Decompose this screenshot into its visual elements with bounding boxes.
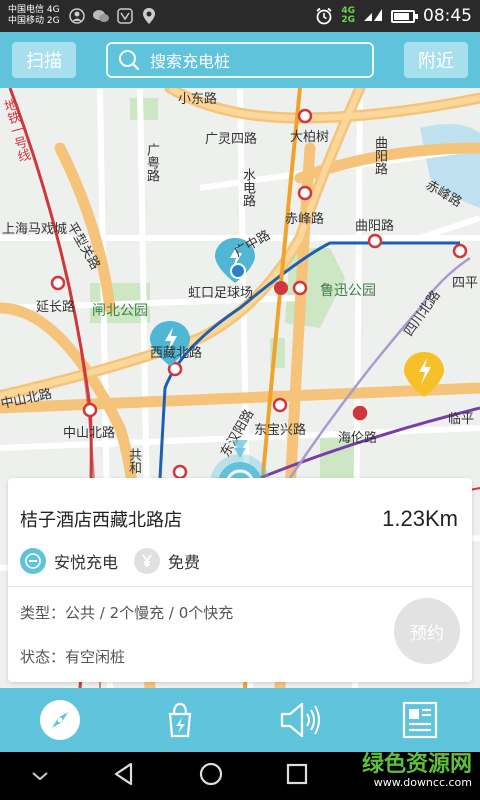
charging-bag-icon	[168, 702, 192, 738]
search-icon	[118, 49, 140, 71]
compass-icon	[40, 700, 80, 740]
clock: 08:45	[423, 6, 472, 26]
back-icon[interactable]	[111, 761, 137, 791]
battery-icon	[391, 9, 418, 23]
status-bar: 中国电信 4G 中国移动 2G 4G 2G 08:45	[0, 0, 480, 32]
bottom-tab-bar	[0, 688, 480, 752]
map-label: 赤峰路	[285, 212, 325, 227]
recents-icon[interactable]	[285, 762, 309, 790]
carrier-info: 中国电信 4G 中国移动 2G	[8, 5, 60, 27]
map-label: 西藏北路	[150, 346, 203, 361]
speaker-icon	[280, 702, 320, 738]
tab-news[interactable]	[360, 688, 480, 752]
tab-charging[interactable]	[120, 688, 240, 752]
station-distance: 1.23Km	[382, 506, 458, 531]
signal-icon	[363, 6, 383, 27]
map-label: 上海马戏城	[2, 222, 68, 237]
app-icon	[116, 7, 134, 25]
map-label: 临平	[448, 412, 475, 427]
network-indicator: 4G 2G	[341, 6, 355, 25]
alarm-icon	[315, 7, 333, 25]
station-type: 类型：公共 / 2个慢充 / 0个快充	[20, 604, 234, 622]
yuan-icon	[134, 548, 161, 574]
map-label: 共和	[126, 448, 141, 474]
watermark: 绿色资源网 www.downcc.com	[362, 746, 472, 789]
map-label: 海伦路	[338, 431, 378, 446]
carrier-1: 中国电信 4G	[8, 5, 60, 15]
location-icon	[140, 7, 158, 25]
chevron-down-icon[interactable]	[30, 767, 50, 786]
map-label: 曲阳路	[355, 219, 395, 234]
map-label: 中山北路	[63, 426, 116, 441]
map-label: 四平	[452, 276, 479, 291]
contact-icon	[68, 7, 86, 25]
search-placeholder: 搜索充电桩	[150, 52, 231, 71]
map-label: 曲阳路	[372, 136, 387, 175]
tab-map[interactable]	[0, 688, 120, 752]
scan-button[interactable]: 扫描	[12, 42, 76, 78]
search-input[interactable]: 搜索充电桩	[106, 42, 374, 78]
reserve-button[interactable]: 预约	[394, 598, 460, 664]
map-label: 广粤路	[144, 143, 159, 182]
map-label: 水电路	[240, 168, 255, 207]
station-info-card[interactable]: 桔子酒店西藏北路店 1.23Km 安悦充电 免费 类型：公共 / 2个慢充 / …	[8, 478, 472, 682]
watermark-text: 绿色资源网	[361, 752, 472, 777]
watermark-url: www.downcc.com	[373, 776, 472, 789]
home-icon[interactable]	[198, 761, 224, 791]
map-label: 延长路	[36, 300, 76, 315]
map-label: 虹口足球场	[188, 286, 254, 301]
carrier-2: 中国移动 2G	[8, 16, 60, 26]
station-status: 状态：有空闲桩	[20, 648, 126, 666]
nearby-button[interactable]: 附近	[404, 42, 468, 78]
operator-icon	[20, 548, 46, 574]
divider	[8, 586, 472, 587]
operator-name: 安悦充电	[54, 553, 119, 572]
map-label: 鲁迅公园	[320, 283, 376, 299]
app-header: 扫描 搜索充电桩 附近	[0, 32, 480, 88]
tab-notifications[interactable]	[240, 688, 360, 752]
document-icon	[402, 701, 438, 739]
map-label: 闸北公园	[92, 303, 148, 319]
wechat-icon	[92, 7, 110, 25]
map-label: 东宝兴路	[254, 423, 307, 438]
map-label: 广灵四路	[205, 132, 258, 147]
fee-label: 免费	[168, 553, 201, 572]
map-label: 小东路	[178, 92, 218, 107]
station-name: 桔子酒店西藏北路店	[20, 510, 182, 531]
map-label: 大柏树	[290, 130, 330, 145]
